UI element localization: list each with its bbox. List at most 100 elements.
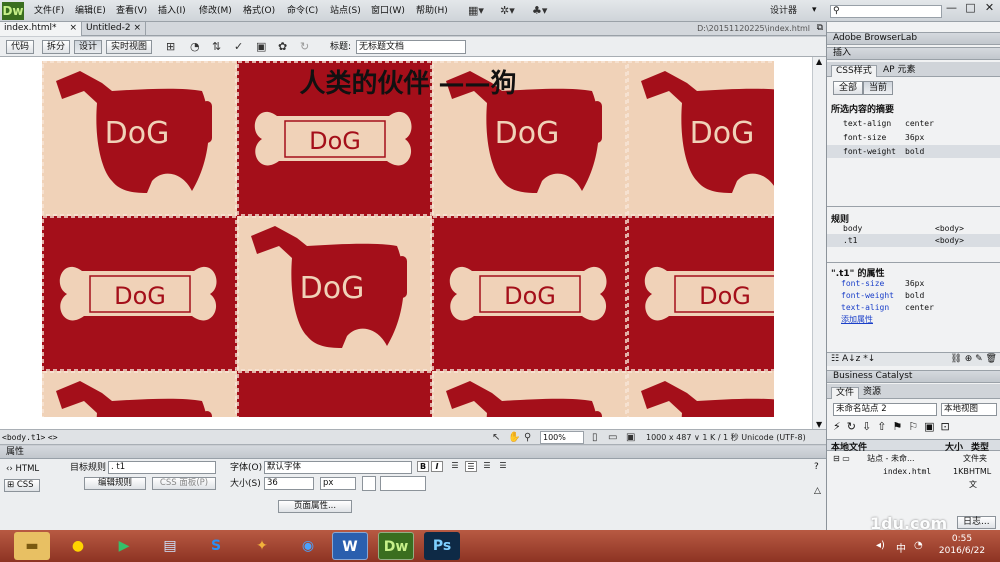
expand-icon[interactable]: △ xyxy=(814,486,821,496)
color-picker[interactable] xyxy=(362,476,376,491)
chrome-app-icon[interactable]: ● xyxy=(60,532,96,560)
zoom-select[interactable]: 100% xyxy=(540,431,584,444)
menu-commands[interactable]: 命令(C) xyxy=(287,4,318,18)
code-view-button[interactable]: 代码 xyxy=(6,40,35,54)
minimize-button[interactable]: — xyxy=(942,0,961,16)
tray-icons[interactable]: ◔ xyxy=(914,540,923,551)
bold-icon[interactable]: B xyxy=(417,461,429,472)
all-button[interactable]: 全部 xyxy=(833,81,864,95)
summary-row[interactable]: text-align center xyxy=(827,117,1000,130)
site-select[interactable]: 未命名站点 2 xyxy=(833,403,937,416)
log-button[interactable]: 日志... xyxy=(957,516,996,529)
justify-icon[interactable]: ☰ xyxy=(497,461,509,472)
tag-body[interactable]: <body.t1> xyxy=(2,433,45,442)
ime-indicator[interactable]: 中 xyxy=(896,540,906,555)
clock[interactable]: 0:55 2016/6/22 xyxy=(932,533,992,557)
align-right-icon[interactable]: ☰ xyxy=(481,461,493,472)
site-icon[interactable]: ♣▾ xyxy=(532,3,547,19)
page-properties-button[interactable]: 页面属性... xyxy=(278,500,352,513)
size-select[interactable]: 36 xyxy=(264,477,314,490)
search-input[interactable]: ⚲ xyxy=(830,5,942,18)
page-canvas[interactable]: DoGDoGDoGDoGDoGDoGDoGDoGDoGDoGDoGDoG xyxy=(42,61,774,417)
check-browser-icon[interactable]: ✿ xyxy=(278,39,287,55)
restore-doc-icon[interactable]: ⧉ xyxy=(817,23,823,33)
chevron-down-icon[interactable]: ▾ xyxy=(812,5,817,15)
media-app-icon[interactable]: ▶ xyxy=(106,532,142,560)
file-manage-icon[interactable]: ⇅ xyxy=(212,39,221,55)
refresh-icon[interactable]: ↻ xyxy=(300,39,309,55)
panel-actions-icon[interactable]: ⛓ ⊕ ✎ 🗑 xyxy=(950,353,997,366)
close-button[interactable]: ✕ xyxy=(980,0,999,16)
summary-row[interactable]: font-weight bold xyxy=(827,145,1000,158)
menu-edit[interactable]: 编辑(E) xyxy=(75,4,106,18)
notes-app-icon[interactable]: ▤ xyxy=(152,532,188,560)
rule-row[interactable]: .t1 <body> xyxy=(827,234,1000,247)
az-icon[interactable]: A↓z xyxy=(842,354,860,364)
folder-app-icon[interactable]: ▬ xyxy=(14,532,50,560)
browserlab-header[interactable]: Adobe BrowserLab xyxy=(827,32,1000,45)
view-select[interactable]: 本地视图 xyxy=(941,403,997,416)
menu-site[interactable]: 站点(S) xyxy=(330,4,361,18)
align-center-icon[interactable]: ☰ xyxy=(465,461,477,472)
site-root-row[interactable]: ⊟ ▭ 站点 - 未命... 文件夹 xyxy=(827,452,1000,465)
tag-selector[interactable]: <body.t1> <> xyxy=(2,432,58,444)
css-panel-button[interactable]: CSS 面板(P) xyxy=(152,477,216,490)
target-rule-select[interactable]: . t1 xyxy=(108,461,216,474)
close-icon[interactable]: × xyxy=(69,22,77,35)
business-catalyst-header[interactable]: Business Catalyst xyxy=(827,370,1000,383)
design-view-button[interactable]: 设计 xyxy=(74,40,103,54)
menu-view[interactable]: 查看(V) xyxy=(116,4,147,18)
tag-empty[interactable]: <> xyxy=(48,433,58,442)
photoshop-app-icon[interactable]: Ps xyxy=(424,532,460,560)
summary-row[interactable]: font-size 36px xyxy=(827,131,1000,144)
zoom-icon[interactable]: ⚲ xyxy=(524,430,531,446)
word-app-icon[interactable]: W xyxy=(332,532,368,560)
scroll-down-icon[interactable]: ▼ xyxy=(816,420,822,429)
unit-select[interactable]: px xyxy=(320,477,356,490)
vertical-scrollbar[interactable]: ▲ ▼ xyxy=(812,57,826,429)
qq-browser-app-icon[interactable]: ◉ xyxy=(290,532,326,560)
tab-files[interactable]: 文件 xyxy=(831,387,860,399)
tab-untitled-2[interactable]: Untitled-2 × xyxy=(82,22,146,36)
color-input[interactable] xyxy=(380,476,426,491)
design-view[interactable]: DoGDoGDoGDoGDoGDoGDoGDoGDoGDoGDoGDoG 人类的… xyxy=(0,57,826,429)
dreamweaver-app-icon[interactable]: Dw xyxy=(378,532,414,560)
files-toolbar[interactable]: ⚡↻⇩⇧⚑⚐▣⊡ xyxy=(833,420,956,433)
maximize-button[interactable]: □ xyxy=(961,0,980,16)
file-row[interactable]: index.html 1KB HTML 文 xyxy=(827,465,1000,489)
edit-rule-button[interactable]: 编辑规则 xyxy=(84,477,146,490)
volume-icon[interactable]: ◂) xyxy=(876,540,885,551)
sogou-app-icon[interactable]: S xyxy=(198,532,234,560)
split-view-button[interactable]: 拆分 xyxy=(42,40,71,54)
tablet-size-icon[interactable]: ▭ xyxy=(608,430,617,446)
menu-format[interactable]: 格式(O) xyxy=(243,4,275,18)
visual-aids-icon[interactable]: ▣ xyxy=(256,39,266,55)
tab-ap-elements[interactable]: AP 元素 xyxy=(879,65,919,77)
layout-icon[interactable]: ▦▾ xyxy=(468,3,484,19)
scroll-up-icon[interactable]: ▲ xyxy=(816,57,822,66)
page-heading[interactable]: 人类的伙伴 ——狗 xyxy=(42,63,774,100)
inspect-icon[interactable]: ✓ xyxy=(234,39,243,55)
help-icon[interactable]: ? xyxy=(814,462,819,472)
mobile-size-icon[interactable]: ▯ xyxy=(592,430,598,446)
gear-icon[interactable]: ✲▾ xyxy=(500,3,515,19)
pointer-icon[interactable]: ↖ xyxy=(492,430,500,446)
live-view-button[interactable]: 实时视图 xyxy=(106,40,153,54)
desktop-size-icon[interactable]: ▣ xyxy=(626,430,635,446)
font-select[interactable]: 默认字体 xyxy=(264,461,412,474)
css-mode-button[interactable]: ⊞ CSS xyxy=(4,479,40,492)
hand-icon[interactable]: ✋ xyxy=(508,430,520,446)
menu-insert[interactable]: 插入(I) xyxy=(158,4,186,18)
menu-window[interactable]: 窗口(W) xyxy=(371,4,405,18)
add-property-row[interactable]: 添加属性 xyxy=(827,313,1000,326)
box-app-icon[interactable]: ✦ xyxy=(244,532,280,560)
italic-icon[interactable]: I xyxy=(431,461,443,472)
tab-css-styles[interactable]: CSS样式 xyxy=(831,65,877,77)
add-property-link[interactable]: 添加属性 xyxy=(841,313,873,326)
menu-file[interactable]: 文件(F) xyxy=(34,4,64,18)
tab-index-html[interactable]: index.html* × xyxy=(0,22,82,36)
multiscreen-icon[interactable]: ⊞ xyxy=(166,39,175,55)
preview-icon[interactable]: ◔ xyxy=(190,39,200,55)
menu-modify[interactable]: 修改(M) xyxy=(199,4,232,18)
tab-assets[interactable]: 资源 xyxy=(859,387,885,399)
